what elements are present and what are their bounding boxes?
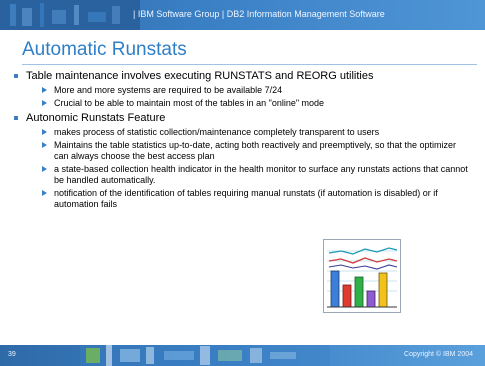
sub-bullet-text: makes process of statistic collection/ma… — [54, 127, 380, 137]
sub-bullet-text: a state-based collection health indicato… — [54, 164, 468, 185]
sub-bullet-text: notification of the identification of ta… — [54, 188, 438, 209]
triangle-bullet-icon — [42, 87, 47, 93]
copyright-text: Copyright © IBM 2004 — [404, 351, 473, 358]
bullet-text: Table maintenance involves executing RUN… — [26, 70, 374, 82]
bullet-list: Table maintenance involves executing RUN… — [10, 69, 480, 212]
sub-bullet-item: Crucial to be able to maintain most of t… — [10, 98, 472, 109]
sub-bullet-text: Crucial to be able to maintain most of t… — [54, 98, 325, 108]
header-text: | IBM Software Group | DB2 Information M… — [133, 9, 385, 19]
triangle-bullet-icon — [42, 100, 47, 106]
sub-bullet-text: Maintains the table statistics up-to-dat… — [54, 140, 457, 161]
sub-bullet-item: More and more systems are required to be… — [10, 85, 472, 96]
sub-bullet-item: makes process of statistic collection/ma… — [10, 127, 472, 138]
header-decoration — [0, 0, 140, 30]
triangle-bullet-icon — [42, 166, 47, 172]
triangle-bullet-icon — [42, 129, 47, 135]
header-bar: | IBM Software Group | DB2 Information M… — [0, 0, 485, 30]
triangle-bullet-icon — [42, 190, 47, 196]
triangle-bullet-icon — [42, 142, 47, 148]
footer-bar: 39 Copyright © IBM 2004 — [0, 345, 485, 366]
page-number: 39 — [8, 351, 16, 358]
title-divider — [22, 64, 477, 65]
square-bullet-icon — [14, 116, 18, 120]
slide: | IBM Software Group | DB2 Information M… — [0, 0, 485, 366]
bullet-item: Autonomic Runstats Feature — [10, 111, 480, 125]
slide-title: Automatic Runstats — [22, 39, 187, 60]
bar-chart-clipart-icon — [323, 239, 401, 313]
square-bullet-icon — [14, 74, 18, 78]
sub-bullet-text: More and more systems are required to be… — [54, 85, 283, 95]
sub-bullet-item: Maintains the table statistics up-to-dat… — [10, 140, 472, 162]
sub-bullet-item: a state-based collection health indicato… — [10, 164, 472, 186]
footer-decoration — [80, 345, 330, 366]
bullet-text: Autonomic Runstats Feature — [26, 112, 166, 124]
bullet-item: Table maintenance involves executing RUN… — [10, 69, 480, 83]
sub-bullet-item: notification of the identification of ta… — [10, 188, 472, 210]
